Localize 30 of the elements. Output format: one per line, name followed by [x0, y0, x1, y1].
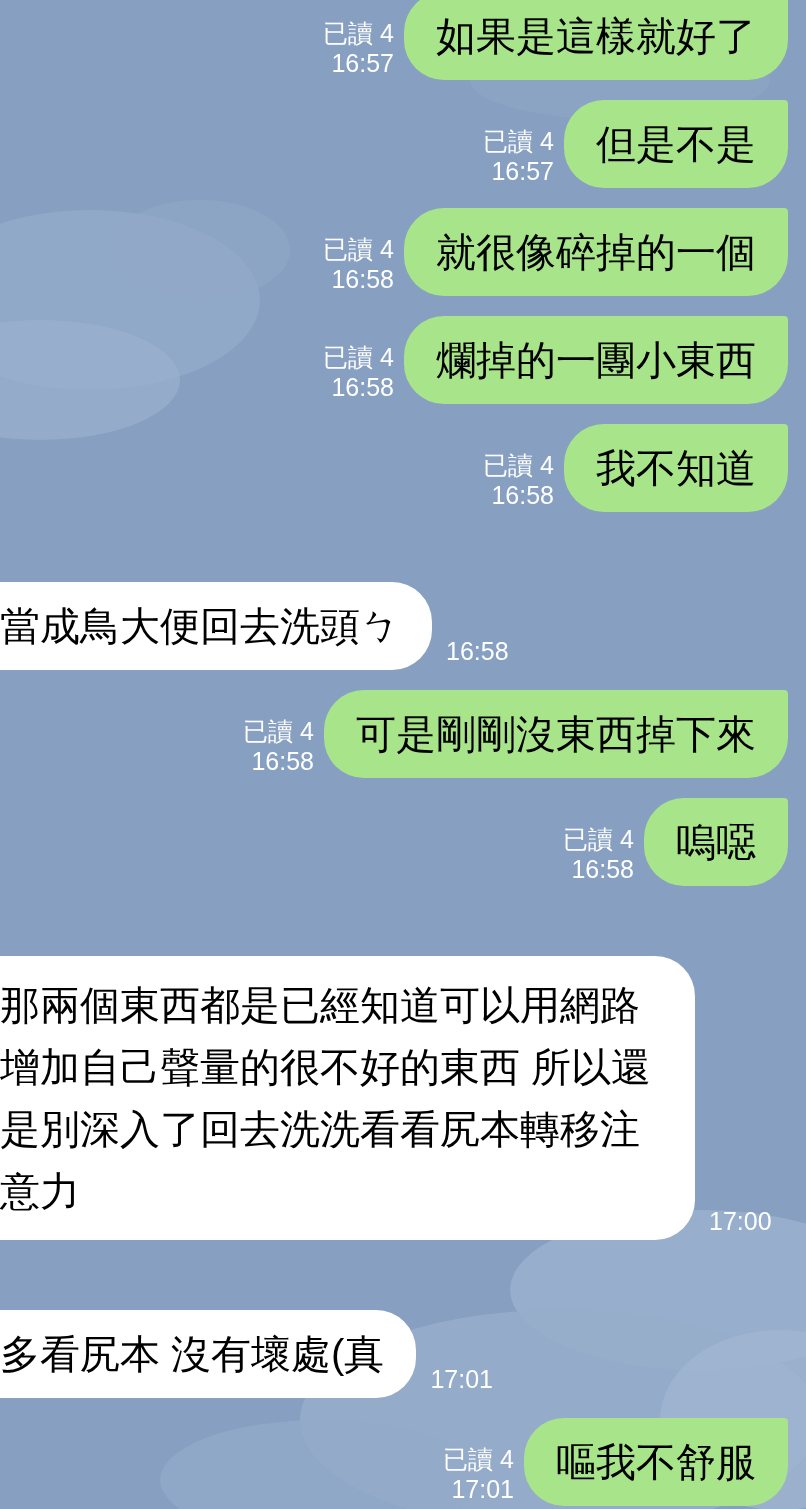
- message-text: 可是剛剛沒東西掉下來: [356, 712, 756, 756]
- read-receipt: 已讀 4: [323, 342, 394, 372]
- message-text: 嘔我不舒服: [556, 1440, 756, 1484]
- message-text: 我不知道: [596, 446, 756, 490]
- message-text: 那兩個東西都是已經知道可以用網路增加自己聲量的很不好的東西 所以還是別深入了回去洗洗看看尻本轉移注意力: [0, 982, 653, 1215]
- timestamp: 16:58: [491, 480, 554, 510]
- message-text: 就很像碎掉的一個: [436, 230, 756, 274]
- read-receipt: 已讀 4: [483, 126, 554, 156]
- read-receipt: 已讀 4: [323, 18, 394, 48]
- read-receipt: 已讀 4: [323, 234, 394, 264]
- message-text: 如果是這樣就好了: [436, 14, 756, 58]
- timestamp: 17:01: [451, 1474, 514, 1504]
- timestamp: 16:58: [331, 372, 394, 402]
- timestamp: 16:57: [331, 48, 394, 78]
- read-receipt: 已讀 4: [483, 450, 554, 480]
- message-text: 當成鳥大便回去洗頭ㄅ: [0, 603, 400, 650]
- read-receipt: 已讀 4: [563, 824, 634, 854]
- read-receipt: 已讀 4: [443, 1444, 514, 1474]
- timestamp: 16:58: [571, 854, 634, 884]
- timestamp: 16:58: [446, 636, 509, 666]
- message-text: 多看尻本 沒有壞處(真: [0, 1331, 385, 1378]
- timestamp: 16:58: [251, 746, 314, 776]
- timestamp: 17:00: [709, 1206, 772, 1236]
- message-text: 嗚噁: [676, 820, 756, 864]
- message-text: 但是不是: [596, 122, 756, 166]
- message-text: 爛掉的一團小東西: [436, 338, 756, 382]
- read-receipt: 已讀 4: [243, 716, 314, 746]
- timestamp: 16:58: [331, 264, 394, 294]
- timestamp: 16:57: [491, 156, 554, 186]
- timestamp: 17:01: [430, 1364, 493, 1394]
